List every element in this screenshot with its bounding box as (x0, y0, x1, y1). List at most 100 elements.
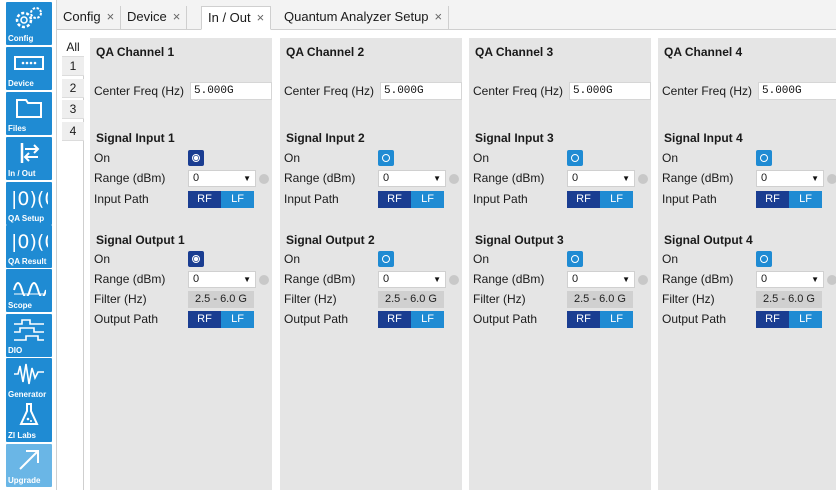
lf-option[interactable]: LF (600, 191, 633, 208)
rf-option[interactable]: RF (756, 191, 789, 208)
sidebar-label: Device (8, 79, 34, 88)
output-path-switch[interactable]: RF LF (756, 311, 822, 328)
output-range-select[interactable]: 0 ▼ (567, 271, 635, 288)
channel-title: QA Channel 4 (664, 45, 743, 59)
rf-option[interactable]: RF (378, 311, 411, 328)
center-freq-input[interactable]: 5.000G (380, 82, 462, 100)
input-range-select[interactable]: 0 ▼ (756, 170, 824, 187)
sidebar-qa-setup-button[interactable]: |0)(0| QA Setup (6, 182, 52, 225)
sidebar-inout-button[interactable]: In / Out (6, 137, 52, 180)
input-on-toggle[interactable] (567, 150, 583, 166)
sidebar-upgrade-button[interactable]: Upgrade (6, 444, 52, 487)
select-value: 0 (193, 172, 200, 184)
center-freq-input[interactable]: 5.000G (758, 82, 836, 100)
output-path-switch[interactable]: RF LF (188, 311, 254, 328)
tab-device[interactable]: Device × (121, 6, 188, 30)
output-on-toggle[interactable] (188, 251, 204, 267)
input-on-toggle[interactable] (756, 150, 772, 166)
center-freq-input[interactable]: 5.000G (190, 82, 272, 100)
tab-in-out[interactable]: In / Out × (201, 6, 272, 30)
input-on-toggle[interactable] (188, 150, 204, 166)
input-on-label: On (662, 151, 679, 165)
lf-option[interactable]: LF (221, 311, 254, 328)
close-icon[interactable]: × (173, 9, 181, 24)
channel-title: QA Channel 2 (286, 45, 365, 59)
caret-down-icon: ▼ (811, 174, 819, 183)
center-freq-label: Center Freq (Hz) (94, 84, 185, 98)
signal-input-title: Signal Input 3 (475, 131, 554, 145)
input-path-switch[interactable]: RF LF (756, 191, 822, 208)
lf-option[interactable]: LF (221, 191, 254, 208)
input-path-switch[interactable]: RF LF (378, 191, 444, 208)
filter-value: 2.5 - 6.0 G (188, 291, 254, 308)
subtab-1[interactable]: 1 (62, 57, 84, 76)
lf-option[interactable]: LF (411, 191, 444, 208)
input-path-switch[interactable]: RF LF (188, 191, 254, 208)
output-path-label: Output Path (284, 312, 349, 326)
sidebar-device-button[interactable]: Device (6, 47, 52, 90)
input-path-switch[interactable]: RF LF (567, 191, 633, 208)
subtab-2[interactable]: 2 (62, 79, 84, 98)
caret-down-icon: ▼ (622, 174, 630, 183)
subtab-all[interactable]: All (62, 38, 84, 57)
lf-option[interactable]: LF (411, 311, 444, 328)
subtab-4[interactable]: 4 (62, 122, 84, 141)
input-range-select[interactable]: 0 ▼ (378, 170, 446, 187)
rf-option[interactable]: RF (756, 311, 789, 328)
output-path-label: Output Path (473, 312, 538, 326)
subtab-3[interactable]: 3 (62, 100, 84, 119)
qa-channel-panel: QA Channel 1 Center Freq (Hz) 5.000G Sig… (90, 38, 272, 490)
close-icon[interactable]: × (435, 9, 443, 24)
close-icon[interactable]: × (107, 9, 115, 24)
output-range-label: Range (dBm) (94, 272, 166, 286)
output-range-select[interactable]: 0 ▼ (188, 271, 256, 288)
sidebar: Config Device Files In / Out |0)(0| QA S… (0, 0, 57, 490)
output-on-toggle[interactable] (378, 251, 394, 267)
select-value: 0 (193, 273, 200, 285)
center-freq-label: Center Freq (Hz) (662, 84, 753, 98)
output-on-toggle[interactable] (567, 251, 583, 267)
status-indicator (638, 275, 648, 285)
signal-input-title: Signal Input 1 (96, 131, 175, 145)
sidebar-files-button[interactable]: Files (6, 92, 52, 135)
sidebar-label: QA Result (8, 257, 47, 266)
caret-down-icon: ▼ (243, 174, 251, 183)
lf-option[interactable]: LF (789, 191, 822, 208)
flask-icon (6, 402, 52, 428)
close-icon[interactable]: × (257, 10, 265, 25)
input-on-toggle[interactable] (378, 150, 394, 166)
input-path-label: Input Path (662, 192, 717, 206)
sidebar-generator-button[interactable]: Generator (6, 358, 52, 401)
lf-option[interactable]: LF (789, 311, 822, 328)
tab-config[interactable]: Config × (57, 6, 122, 30)
output-path-switch[interactable]: RF LF (567, 311, 633, 328)
input-range-label: Range (dBm) (473, 171, 545, 185)
upgrade-icon (6, 447, 52, 473)
rf-option[interactable]: RF (567, 311, 600, 328)
center-freq-input[interactable]: 5.000G (569, 82, 651, 100)
tab-quantum-analyzer-setup[interactable]: Quantum Analyzer Setup × (278, 6, 450, 30)
tab-label: Quantum Analyzer Setup (284, 9, 429, 24)
input-path-label: Input Path (94, 192, 149, 206)
lf-option[interactable]: LF (600, 311, 633, 328)
sidebar-config-button[interactable]: Config (6, 2, 52, 45)
sidebar-zi-labs-button[interactable]: ZI Labs (6, 399, 52, 442)
rf-option[interactable]: RF (378, 191, 411, 208)
output-path-switch[interactable]: RF LF (378, 311, 444, 328)
output-on-toggle[interactable] (756, 251, 772, 267)
input-path-label: Input Path (473, 192, 528, 206)
rf-option[interactable]: RF (188, 311, 221, 328)
sidebar-qa-result-button[interactable]: |0)(0| QA Result (6, 225, 52, 268)
input-range-select[interactable]: 0 ▼ (567, 170, 635, 187)
rf-option[interactable]: RF (567, 191, 600, 208)
folder-icon (6, 95, 52, 121)
output-range-select[interactable]: 0 ▼ (378, 271, 446, 288)
rf-option[interactable]: RF (188, 191, 221, 208)
input-range-select[interactable]: 0 ▼ (188, 170, 256, 187)
sidebar-dio-button[interactable]: DIO (6, 314, 52, 357)
output-range-select[interactable]: 0 ▼ (756, 271, 824, 288)
sidebar-scope-button[interactable]: Scope (6, 269, 52, 312)
tab-label: Device (127, 9, 167, 24)
output-path-label: Output Path (94, 312, 159, 326)
output-range-label: Range (dBm) (473, 272, 545, 286)
